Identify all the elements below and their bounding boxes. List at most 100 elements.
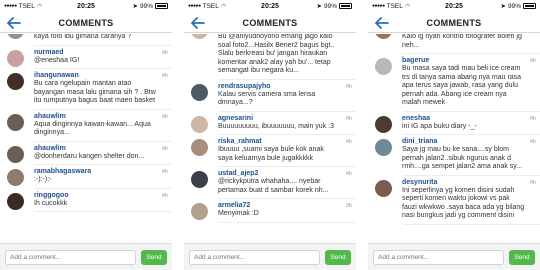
comment-input[interactable] (189, 250, 320, 265)
comment-text: pernah jalan2..sibuk ngurus anak d (402, 154, 511, 162)
comment-item[interactable]: nurmaed @eneshaa IG! 4h (0, 48, 172, 67)
back-arrow-icon[interactable] (190, 14, 206, 32)
comment-username[interactable]: ahauwlim (34, 112, 158, 121)
comment-timestamp: 4h (161, 145, 168, 152)
comment-username[interactable]: rendrasupajyho (218, 82, 342, 91)
battery-percent: 99% (323, 2, 337, 10)
back-arrow-icon[interactable] (374, 14, 390, 32)
comment-text: @donherdaru kangen shelter don... (34, 152, 145, 160)
avatar[interactable] (7, 169, 24, 186)
location-icon: ➤ (132, 3, 138, 10)
comment-text: pernah ada. Abang ice cream nya (402, 90, 507, 98)
comment-item[interactable]: bagerue Bu masa saya tadi mau beli ice cr… (368, 56, 540, 108)
status-time: 20:25 (77, 2, 95, 10)
comment-list[interactable]: Bu @aniyudhoyono emang jago kalo soal fot… (184, 34, 356, 243)
comment-text: Aqua dinginnya kawan-kawan... Aqua (34, 120, 151, 128)
comment-text: trs di tanya sama abang nya mau rasa (402, 73, 522, 81)
comment-item[interactable]: ahauwlim @donherdaru kangen shelter don..… (0, 144, 172, 163)
divider (402, 53, 540, 54)
comment-text: fauzi wkwkwo .saya baca ada yg bilang (402, 203, 525, 211)
comment-username[interactable]: armelia72 (218, 201, 342, 210)
comment-item[interactable]: ramabhagaswara:-):-):- 4h (0, 167, 172, 186)
back-arrow-icon[interactable] (6, 14, 22, 32)
phone-screen-1: ●●●●● TSEL ◠ 20:25 ➤ 99% COMMENTS kaya f… (0, 0, 172, 270)
comment-text: Bu @aniyudhoyono emang jago kalo (218, 34, 333, 40)
nav-bar: COMMENTS (184, 13, 356, 33)
comment-text: neh... (402, 41, 420, 49)
comment-username[interactable]: ihangunawan (34, 71, 158, 80)
comment-text: bayangan masa lalu gimana sih ? . Btw (34, 88, 156, 96)
comment-item[interactable]: ringgogoo Ih cucokkk 4h (0, 191, 172, 210)
comment-item[interactable]: ihangunawan Bu cara ngelupain mantan atao… (0, 71, 172, 106)
comment-item[interactable]: dini_triana Saya jg mau bu ke sana....sy … (368, 137, 540, 172)
comment-text: pertamax buat d sambar korek nh... (218, 186, 329, 194)
avatar[interactable] (191, 139, 208, 156)
comment-item[interactable]: ahauwlim Aqua dinginnya kawan-kawan... Aq… (0, 112, 172, 138)
comment-item[interactable]: armelia72 Menyimak :D 3h (184, 201, 356, 220)
comment-timestamp: 4h (345, 115, 352, 122)
status-time: 20:25 (445, 2, 463, 10)
avatar[interactable] (7, 192, 24, 210)
avatar[interactable] (375, 139, 392, 156)
comment-item[interactable]: agnesarini Buuuuuuuuu, ibuuuuuuu, main yu… (184, 114, 356, 133)
comment-list[interactable]: kaya foto ibu gimana caranya ? nurmaed @en… (0, 34, 172, 243)
comment-text: Slalu berkreasi bu' jangan hiraukan (218, 50, 328, 57)
comment-username[interactable]: ringgogoo (34, 191, 158, 200)
comment-username[interactable]: riska_rahmat (218, 137, 342, 146)
avatar[interactable] (375, 179, 392, 197)
avatar[interactable] (191, 171, 208, 188)
nav-bar: COMMENTS (0, 13, 172, 33)
comment-text: soal foto2...Hasilx Bener2 bagus bgt.. (218, 41, 335, 49)
avatar[interactable] (7, 73, 24, 90)
avatar[interactable] (375, 34, 392, 39)
comment-username[interactable]: eneshaa (402, 114, 526, 123)
comment-item[interactable]: rendrasupajyho Kalau servis camera sma le… (184, 82, 356, 108)
comment-username[interactable]: dini_triana (402, 137, 526, 146)
divider (218, 134, 356, 135)
wifi-icon: ◠ (220, 3, 227, 10)
comment-username[interactable]: bagerue (402, 56, 526, 65)
comment-input[interactable] (5, 250, 136, 265)
phone-screen-2: ●●●●● TSEL ◠ 20:25 ➤ 99% COMMENTS Bu @an… (184, 0, 356, 270)
avatar[interactable] (191, 34, 208, 39)
comment-timestamp: 4h (161, 73, 168, 79)
comment-username[interactable]: ahauwlim (34, 144, 158, 153)
comment-timestamp: 4h (161, 113, 168, 120)
comment-username[interactable]: ramabhagaswara (34, 167, 158, 176)
comment-username[interactable]: desynurita (402, 178, 526, 187)
comment-timestamp: 4h (345, 139, 352, 145)
comment-item[interactable]: riska_rahmat Ibuuuu ,suami saya bule kok … (184, 137, 356, 163)
divider (34, 187, 172, 189)
avatar[interactable] (375, 58, 392, 75)
comment-username[interactable]: agnesarini (218, 114, 342, 123)
avatar[interactable] (191, 115, 208, 133)
comment-item[interactable]: Bu @aniyudhoyono emang jago kalo soal fot… (184, 34, 356, 76)
comment-item[interactable]: eneshaa ini IG apa buku diary -_- 4h (368, 114, 540, 133)
comment-item[interactable]: desynurita Ini seperlinya yg komen disini… (368, 178, 540, 221)
comment-list[interactable]: Kalo ig nyari kontrib fotografer boleh j… (368, 34, 540, 243)
comment-item[interactable]: Kalo ig nyari kontrib fotografer boleh j… (368, 34, 540, 50)
avatar[interactable] (375, 115, 392, 133)
wifi-icon: ◠ (36, 3, 43, 10)
comment-text: Saya jg mau bu ke sana....sy blom (402, 146, 509, 153)
divider (402, 110, 540, 112)
send-button[interactable]: Send (141, 250, 167, 265)
comment-text: Kalau servis camera sma lensa (218, 90, 316, 98)
send-button[interactable]: Send (509, 250, 535, 265)
avatar[interactable] (7, 49, 24, 67)
carrier-label: TSEL (18, 2, 35, 10)
comment-text: malah mewek (402, 99, 446, 106)
phone-screen-3: ●●●●● TSEL ◠ 20:25 ➤ 99% COMMENTS Kalo i… (368, 0, 540, 270)
avatar[interactable] (191, 203, 208, 220)
comment-item[interactable]: kaya foto ibu gimana caranya ? (0, 34, 172, 42)
status-bar: ●●●●● TSEL ◠ 20:25 ➤ 99% (184, 0, 356, 12)
avatar[interactable] (191, 83, 208, 101)
comment-username[interactable]: nurmaed (34, 48, 158, 57)
send-button[interactable]: Send (325, 250, 351, 265)
avatar[interactable] (7, 145, 24, 163)
comment-username[interactable]: ustad_ajep2 (218, 169, 342, 178)
comment-input[interactable] (373, 250, 504, 265)
avatar[interactable] (7, 34, 24, 39)
comment-item[interactable]: ustad_ajep2 @rickykputra whahaha.... nyeb… (184, 169, 356, 195)
avatar[interactable] (7, 113, 24, 131)
